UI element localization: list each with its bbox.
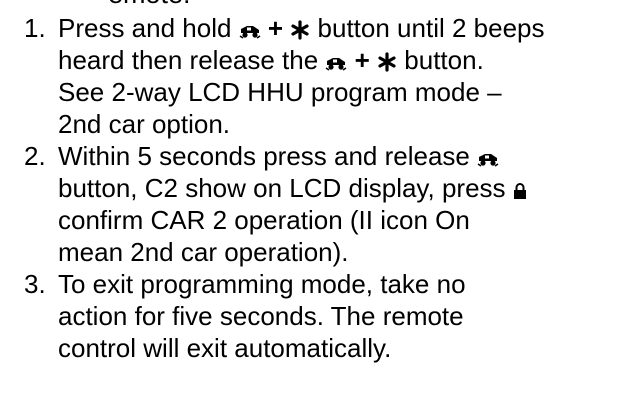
step-line: control will exit automatically. [58, 333, 392, 363]
step-text: Within 5 seconds press and release [58, 141, 478, 171]
step-text: button. [397, 45, 484, 75]
step-line: heard then release the + button. [58, 44, 622, 76]
step-text: heard then release the [58, 45, 326, 75]
list-item: 1. Press and hold + button until 2 beeps… [24, 12, 622, 140]
asterisk-icon [290, 20, 310, 40]
instruction-list: 1. Press and hold + button until 2 beeps… [24, 12, 622, 364]
step-number: 2. [24, 141, 46, 171]
plus-sign: + [260, 13, 291, 43]
step-line: mean 2nd car operation). [58, 237, 349, 267]
step-number: 1. [24, 13, 46, 43]
step-text: button until 2 beeps [310, 13, 545, 43]
car-icon [325, 56, 347, 72]
list-item: 3. To exit programming mode, take no act… [24, 268, 622, 364]
cut-off-text-fragment: emote: [108, 0, 191, 10]
lock-icon [513, 182, 527, 200]
car-icon [477, 152, 499, 168]
step-line: To exit programming mode, take no [58, 269, 466, 299]
step-number: 3. [24, 269, 46, 299]
step-line: Press and hold + button until 2 beeps [58, 12, 622, 44]
step-text: button, C2 show on LCD display, press [58, 173, 513, 203]
step-line: confirm CAR 2 operation (II icon On [58, 205, 470, 235]
step-line: See 2-way LCD HHU program mode – [58, 77, 502, 107]
step-line: Within 5 seconds press and release [58, 140, 622, 172]
car-icon [239, 24, 261, 40]
step-text: Press and hold [58, 13, 239, 43]
step-line: 2nd car option. [58, 109, 231, 139]
step-line: action for five seconds. The remote [58, 301, 464, 331]
asterisk-icon [377, 52, 397, 72]
step-line: button, C2 show on LCD display, press [58, 172, 622, 204]
plus-sign: + [347, 45, 378, 75]
list-item: 2. Within 5 seconds press and release bu… [24, 140, 622, 268]
